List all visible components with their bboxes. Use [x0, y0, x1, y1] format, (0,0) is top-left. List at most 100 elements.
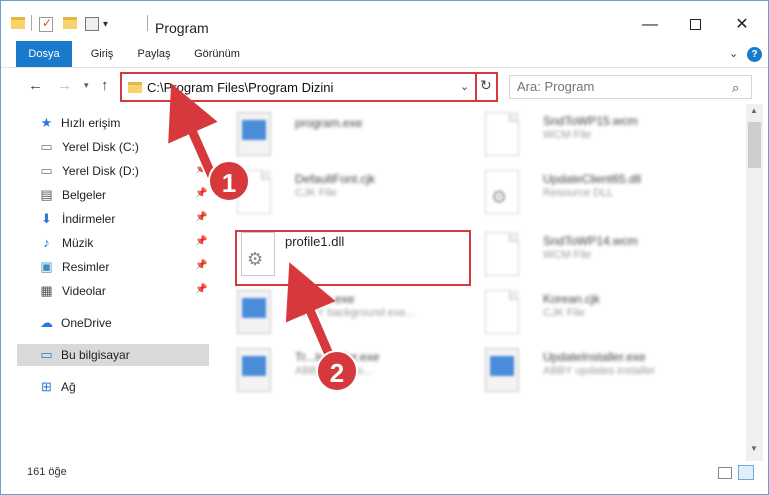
separator	[31, 15, 32, 31]
tab-view[interactable]: Görünüm	[191, 41, 243, 67]
up-button[interactable]: ↑	[101, 77, 109, 94]
customize-toolbar-icon[interactable]	[85, 17, 99, 31]
file-item[interactable]: DefaultFont.cjk CJK File	[233, 164, 473, 222]
pin-icon[interactable]: 📌	[195, 212, 207, 223]
scroll-down-icon[interactable]: ▼	[750, 444, 758, 453]
navigation-bar: ← → ▾ ↑ C:\Program Files\Program Dizini …	[1, 68, 768, 104]
documents-icon: ▤	[40, 187, 53, 202]
step-1-badge: 1	[208, 160, 250, 202]
gear-document-icon: ⚙	[485, 170, 519, 214]
search-box[interactable]: ⌕	[509, 75, 752, 99]
sidebar-item-local-disk-c[interactable]: ▭ Yerel Disk (C:)	[17, 136, 209, 158]
refresh-icon[interactable]: ↻	[480, 77, 492, 94]
tab-file[interactable]: Dosya	[16, 41, 72, 67]
file-item[interactable]: ...Exec.exe ABBY background exe...	[233, 284, 473, 342]
videos-icon: ▦	[40, 283, 53, 298]
maximize-button[interactable]	[673, 10, 719, 40]
sidebar-item-this-pc[interactable]: ▭ Bu bilgisayar	[17, 344, 209, 366]
sidebar-item-quick-access[interactable]: ★ Hızlı erişim	[1, 112, 193, 134]
file-type: WCM File	[543, 249, 592, 261]
maximize-icon	[690, 19, 701, 30]
sidebar-item-local-disk-d[interactable]: ▭ Yerel Disk (D:) 📌	[17, 160, 209, 182]
pin-icon[interactable]: 📌	[195, 260, 207, 271]
sidebar-item-music[interactable]: ♪ Müzik 📌	[17, 232, 209, 254]
file-item[interactable]: UpdateInstaller.exe ABBY updates install…	[481, 342, 721, 400]
file-type: ABBY background exe...	[295, 307, 415, 319]
tiles-view-icon[interactable]	[738, 465, 754, 480]
forward-button[interactable]: →	[57, 77, 72, 94]
pin-icon[interactable]: 📌	[195, 188, 207, 199]
document-icon	[485, 112, 519, 156]
file-name: program.exe	[295, 116, 363, 130]
file-item[interactable]: ⚙ UpdateClient65.dll Resource DLL	[481, 164, 721, 222]
downloads-icon: ⬇	[41, 211, 52, 226]
navigation-pane: ★ Hızlı erişim ▭ Yerel Disk (C:) ▭ Yerel…	[1, 104, 211, 461]
file-name: DefaultFont.cjk	[295, 172, 376, 186]
sidebar-item-label: Resimler	[62, 260, 110, 274]
close-button[interactable]: ✕	[719, 10, 765, 40]
installer-icon	[237, 112, 271, 156]
recent-locations-icon[interactable]: ▾	[84, 80, 89, 91]
tab-home[interactable]: Giriş	[87, 41, 117, 67]
pictures-icon: ▣	[40, 259, 53, 274]
sidebar-item-label: Yerel Disk (C:)	[62, 140, 139, 154]
expand-ribbon-icon[interactable]: ⌄	[729, 47, 738, 60]
title-bar: ▾ Program — ✕	[1, 1, 768, 41]
sidebar-item-pictures[interactable]: ▣ Resimler 📌	[17, 256, 209, 278]
scroll-up-icon[interactable]: ▲	[750, 106, 758, 115]
vertical-scrollbar[interactable]: ▲ ▼	[746, 104, 763, 461]
divider	[475, 74, 477, 100]
folder-icon	[11, 17, 25, 29]
tab-share[interactable]: Paylaş	[135, 41, 173, 67]
sidebar-item-label: Videolar	[62, 284, 106, 298]
sidebar-item-label: Bu bilgisayar	[61, 348, 130, 362]
document-icon	[485, 290, 519, 334]
sidebar-item-documents[interactable]: ▤ Belgeler 📌	[17, 184, 209, 206]
search-input[interactable]	[517, 79, 727, 94]
address-history-icon[interactable]: ⌄	[460, 80, 469, 93]
chevron-down-icon[interactable]: ▾	[103, 19, 108, 35]
details-view-icon[interactable]	[718, 467, 732, 479]
file-item[interactable]: SndToWP15.wcm WCM File	[481, 106, 721, 164]
application-icon	[237, 290, 271, 334]
sidebar-item-downloads[interactable]: ⬇ İndirmeler 📌	[17, 208, 209, 230]
file-item[interactable]: Korean.cjk CJK File	[481, 284, 721, 342]
minimize-button[interactable]: —	[627, 10, 673, 40]
pin-icon[interactable]: 📌	[195, 284, 207, 295]
sidebar-item-onedrive[interactable]: ☁ OneDrive	[1, 312, 193, 334]
sidebar-item-label: İndirmeler	[62, 212, 116, 226]
pin-icon[interactable]: 📌	[195, 164, 207, 175]
sidebar-item-label: OneDrive	[61, 316, 112, 330]
file-name: Korean.cjk	[543, 292, 600, 306]
network-icon: ⊞	[41, 379, 52, 394]
back-button[interactable]: ←	[28, 77, 43, 94]
address-path[interactable]: C:\Program Files\Program Dizini	[147, 80, 333, 95]
new-folder-icon[interactable]	[63, 17, 77, 29]
application-icon	[485, 348, 519, 392]
properties-icon[interactable]	[39, 16, 53, 32]
application-icon	[237, 348, 271, 392]
help-icon[interactable]: ?	[747, 47, 762, 62]
file-name: UpdateInstaller.exe	[543, 350, 646, 364]
sidebar-item-network[interactable]: ⊞ Ağ	[1, 376, 193, 398]
pin-icon[interactable]: 📌	[195, 236, 207, 247]
sidebar-item-label: Ağ	[61, 380, 76, 394]
star-icon: ★	[40, 115, 53, 130]
folder-icon	[128, 82, 142, 93]
sidebar-item-label: Hızlı erişim	[61, 116, 121, 130]
file-item[interactable]: program.exe	[233, 106, 473, 164]
scrollbar-thumb[interactable]	[748, 122, 761, 168]
file-name: ...Exec.exe	[295, 292, 355, 306]
file-name: SndToWP15.wcm	[543, 114, 638, 128]
drive-icon: ▭	[40, 163, 53, 178]
file-item[interactable]: SndToWP14.wcm WCM File	[481, 226, 721, 284]
ribbon: Dosya Giriş Paylaş Görünüm ⌄ ?	[1, 41, 768, 68]
address-bar[interactable]: C:\Program Files\Program Dizini ⌄ ↻	[120, 72, 498, 102]
status-bar: 161 öğe	[1, 461, 768, 494]
sidebar-item-videos[interactable]: ▦ Videolar 📌	[17, 280, 209, 302]
search-icon[interactable]: ⌕	[732, 80, 739, 96]
file-type: ABBY updates installer	[543, 365, 656, 377]
sidebar-item-label: Müzik	[62, 236, 94, 250]
cloud-icon: ☁	[40, 315, 53, 330]
file-name: UpdateClient65.dll	[543, 172, 642, 186]
